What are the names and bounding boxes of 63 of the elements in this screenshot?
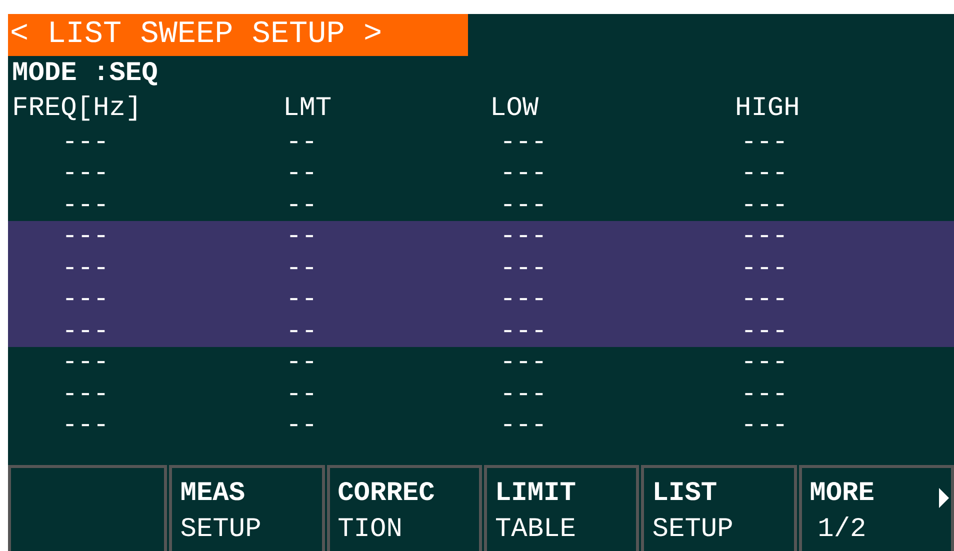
table-cell: --- <box>62 221 109 252</box>
table-cell: --- <box>500 252 547 283</box>
softkey-button[interactable]: MEAS SETUP <box>169 465 325 551</box>
table-row[interactable]: --- -- --- --- <box>8 410 954 441</box>
table-cell: -- <box>286 158 318 188</box>
table-cell: -- <box>286 347 318 378</box>
table-cell: --- <box>62 410 109 440</box>
column-header: LMT <box>283 93 332 126</box>
table-cell: --- <box>500 126 547 157</box>
mode-label: MODE :SEQ <box>11 58 158 91</box>
table-cell: -- <box>286 410 318 440</box>
table-row[interactable]: --- -- --- --- <box>8 126 954 158</box>
table-cell: --- <box>500 158 547 188</box>
softkey-button[interactable]: LIST SETUP <box>641 465 797 551</box>
softkey-button[interactable]: LIMIT TABLE <box>484 465 640 551</box>
table-cell: --- <box>741 316 788 346</box>
table-cell: --- <box>741 410 788 440</box>
table-cell: --- <box>741 284 788 314</box>
table-cell: -- <box>286 221 318 252</box>
table-cell: --- <box>62 126 109 157</box>
table-row[interactable]: --- -- --- --- <box>8 315 954 346</box>
table-cell: -- <box>286 126 318 157</box>
column-header: FREQ[Hz] <box>12 93 142 126</box>
softkey-button[interactable] <box>8 465 168 551</box>
table-cell: --- <box>741 347 788 378</box>
table-cell: --- <box>741 252 788 283</box>
screen-title: < LIST SWEEP SETUP > <box>8 14 468 56</box>
column-header: HIGH <box>735 93 800 126</box>
table-cell: --- <box>741 378 788 409</box>
table-row[interactable]: --- -- --- --- <box>8 252 954 284</box>
table-row[interactable]: --- -- --- --- <box>8 346 954 378</box>
table-cell: --- <box>62 252 109 283</box>
table-cell: --- <box>62 378 109 409</box>
table-row[interactable]: --- -- --- --- <box>8 284 954 315</box>
table-cell: -- <box>286 190 318 220</box>
table-cell: --- <box>741 190 788 220</box>
table-row[interactable]: --- -- --- --- <box>8 220 954 252</box>
table-cell: --- <box>62 284 109 314</box>
table-cell: --- <box>741 158 788 188</box>
triangle-right-icon <box>938 488 949 508</box>
table-cell: --- <box>62 158 109 188</box>
table-cell: --- <box>500 347 547 378</box>
table-row[interactable]: --- -- --- --- <box>8 189 954 220</box>
table-cell: --- <box>500 221 547 252</box>
table-cell: --- <box>741 221 788 252</box>
table-cell: --- <box>62 316 109 346</box>
table-cell: --- <box>62 347 109 378</box>
table-cell: --- <box>500 190 547 220</box>
table-cell: --- <box>500 410 547 440</box>
softkey-button[interactable]: MORE 1/2 <box>798 465 954 551</box>
table-cell: -- <box>286 316 318 346</box>
table-cell: -- <box>286 378 318 409</box>
table-cell: --- <box>62 190 109 220</box>
table-cell: --- <box>500 316 547 346</box>
table-cell: -- <box>286 252 318 283</box>
table-cell: --- <box>500 378 547 409</box>
table-cell: -- <box>286 284 318 314</box>
table-cell: --- <box>741 126 788 157</box>
softkey-button[interactable]: CORREC TION <box>326 465 482 551</box>
table-cell: --- <box>500 284 547 314</box>
table-row[interactable]: --- -- --- --- <box>8 378 954 410</box>
table-row[interactable]: --- -- --- --- <box>8 158 954 189</box>
column-header: LOW <box>490 93 539 126</box>
